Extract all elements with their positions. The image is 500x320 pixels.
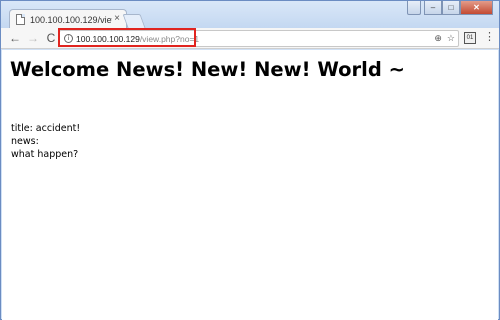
reload-icon[interactable]: C bbox=[43, 30, 59, 46]
page-content: Welcome News! New! New! World ~ title: a… bbox=[2, 50, 498, 320]
extension-icon[interactable]: 01 bbox=[464, 32, 476, 44]
back-arrow-icon[interactable]: ← bbox=[7, 30, 23, 46]
article-body: what happen? bbox=[11, 149, 79, 160]
bookmark-star-icon[interactable]: ☆ bbox=[447, 33, 455, 44]
zoom-icon[interactable]: ⊕ bbox=[434, 33, 442, 44]
tab-title: 100.100.100.129/view.ph bbox=[30, 14, 112, 25]
maximize-button[interactable]: □ bbox=[442, 1, 460, 15]
close-window-button[interactable]: ✕ bbox=[460, 1, 493, 15]
user-profile-button[interactable] bbox=[407, 1, 421, 15]
article-title: title: accident! bbox=[11, 123, 81, 134]
browser-tab[interactable]: 100.100.100.129/view.ph × bbox=[9, 9, 127, 29]
tab-close-icon[interactable]: × bbox=[114, 13, 120, 24]
omnibox-actions: ⊕ ☆ bbox=[434, 33, 455, 44]
page-icon bbox=[16, 14, 25, 25]
minimize-button[interactable]: – bbox=[424, 1, 442, 15]
article-news-label: news: bbox=[11, 136, 39, 147]
menu-icon[interactable]: ⋮ bbox=[484, 31, 495, 43]
url-highlight-box bbox=[58, 28, 196, 47]
article: title: accident! news: what happen? bbox=[11, 122, 80, 161]
tab-strip: 100.100.100.129/view.ph × – □ ✕ bbox=[1, 1, 499, 29]
browser-window: 100.100.100.129/view.ph × – □ ✕ ← → C i … bbox=[0, 0, 500, 320]
page-headline: Welcome News! New! New! World ~ bbox=[10, 58, 405, 81]
forward-arrow-icon[interactable]: → bbox=[25, 30, 41, 46]
new-tab-button[interactable] bbox=[122, 14, 146, 28]
window-controls: – □ ✕ bbox=[407, 1, 493, 17]
